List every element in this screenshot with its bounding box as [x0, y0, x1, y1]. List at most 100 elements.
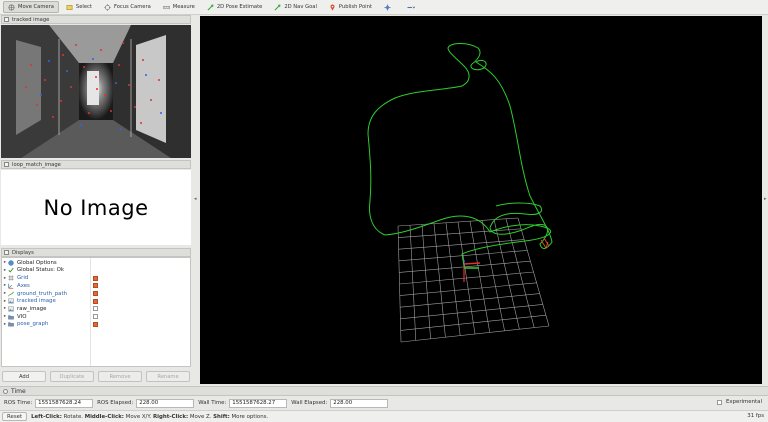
experimental-checkbox[interactable]	[717, 399, 722, 405]
folder-icon	[8, 321, 17, 327]
ros-elapsed-label: ROS Elapsed:	[97, 400, 134, 406]
tool-move-camera-button[interactable]: Move Camera	[3, 1, 59, 13]
grid-icon	[8, 275, 17, 281]
tool-label: Select	[75, 4, 92, 10]
wall-elapsed-field[interactable]: 228.00	[330, 398, 389, 408]
display-item-label: ground_truth_path	[17, 290, 67, 297]
publish-point-icon	[329, 3, 339, 11]
hint-fragment: Right-Click:	[153, 413, 189, 420]
corridor-camera-image	[1, 25, 191, 158]
display-enabled-checkbox[interactable]	[93, 298, 98, 304]
display-item-grid[interactable]: ▸ Grid	[2, 274, 190, 282]
display-item-label: pose_graph	[17, 321, 49, 328]
render-3d-viewport[interactable]	[200, 16, 762, 384]
time-panel-header[interactable]: Time	[0, 386, 768, 396]
folder-icon	[8, 314, 17, 320]
panel-close-icon[interactable]	[4, 250, 9, 255]
panel-close-icon[interactable]	[4, 17, 9, 22]
time-panel-title: Time	[11, 387, 26, 395]
wall-elapsed-label: Wall Elapsed:	[291, 400, 328, 406]
display-item-label: Global Options	[17, 259, 57, 266]
display-item-label: Global Status: Ok	[17, 267, 64, 274]
display-item-pose-graph[interactable]: ▸ pose_graph	[2, 321, 190, 329]
tool-measure-button[interactable]: Measure	[158, 1, 200, 13]
wall-time-field[interactable]: 1551587628.27	[229, 398, 288, 408]
nav-goal-icon	[274, 4, 284, 11]
display-item-label: VIO	[17, 313, 27, 320]
path-icon	[8, 291, 17, 297]
tracked-image-panel-header[interactable]: tracked image	[1, 15, 191, 24]
vio-trajectory-path	[367, 43, 553, 267]
experimental-toggle[interactable]: Experimental	[717, 399, 762, 405]
displays-tree: ▸ Global Options ▸ Global Status: Ok ▸ Grid ▸ A…	[1, 257, 191, 367]
pose-estimate-icon	[207, 4, 217, 11]
hint-fragment: Move X/Y.	[123, 413, 153, 420]
move-camera-icon	[8, 4, 18, 11]
display-item-label: Grid	[17, 275, 29, 282]
display-item-axes[interactable]: ▸ Axes	[2, 282, 190, 290]
select-icon	[66, 4, 76, 11]
add-display-button[interactable]: Add	[2, 371, 46, 382]
tracked-image-title: tracked image	[12, 16, 50, 23]
display-item-vio[interactable]: ▸ VIO	[2, 313, 190, 321]
displays-panel-header[interactable]: Displays	[1, 248, 191, 257]
display-item-ground-truth-path[interactable]: ▸ ground_truth_path	[2, 290, 190, 298]
remove-display-button[interactable]: Remove	[98, 371, 142, 382]
hint-fragment: Middle-Click:	[84, 413, 124, 420]
ros-time-field[interactable]: 1551587628.24	[35, 398, 94, 408]
interact-tool-button[interactable]	[379, 1, 399, 13]
crosshair-icon	[384, 3, 391, 11]
reset-button[interactable]: Reset	[2, 412, 28, 421]
measure-icon	[162, 4, 173, 11]
scene-svg	[367, 43, 553, 343]
display-item-tracked-image[interactable]: ▸ tracked image	[2, 298, 190, 306]
hint-fragment: Rotate.	[61, 413, 85, 420]
hint-fragment: Move Z.	[188, 413, 214, 420]
collapse-left-icon[interactable]: ◂	[194, 196, 197, 202]
ros-time-label: ROS Time:	[4, 400, 33, 406]
add-tool-dropdown[interactable]	[401, 1, 424, 13]
tool-focus-camera-button[interactable]: Focus Camera	[99, 1, 156, 13]
loop-match-panel-header[interactable]: loop_match_image	[1, 160, 191, 169]
display-item-label: Axes	[17, 282, 30, 289]
display-enabled-checkbox[interactable]	[93, 275, 98, 281]
globe-icon	[8, 260, 17, 266]
tool-label: Focus Camera	[113, 4, 151, 10]
tool-label: 2D Nav Goal	[284, 4, 317, 10]
ground-grid	[397, 217, 550, 343]
loop-match-image-view: No Image	[1, 170, 191, 245]
checkmark-icon	[8, 267, 17, 274]
mouse-hint-text: Left-Click: Rotate. Middle-Click: Move X…	[31, 414, 268, 420]
panel-close-icon[interactable]	[4, 162, 9, 167]
main-toolbar: Move Camera Select Focus Camera Measure 2D P…	[0, 0, 768, 15]
collapse-right-icon[interactable]: ▸	[764, 196, 767, 202]
axes-icon	[8, 283, 17, 289]
duplicate-display-button[interactable]: Duplicate	[50, 371, 94, 382]
display-enabled-checkbox[interactable]	[93, 314, 98, 320]
image-icon	[8, 306, 17, 312]
experimental-label: Experimental	[726, 399, 762, 405]
display-item-label: tracked image	[17, 298, 56, 305]
ros-elapsed-field[interactable]: 228.00	[136, 398, 195, 408]
status-bar: Reset Left-Click: Rotate. Middle-Click: …	[0, 410, 768, 422]
display-item-global-options[interactable]: ▸ Global Options	[2, 259, 190, 267]
tool-select-button[interactable]: Select	[61, 1, 97, 13]
display-enabled-checkbox[interactable]	[93, 306, 98, 312]
display-item-raw-image[interactable]: ▸ raw_image	[2, 305, 190, 313]
display-enabled-checkbox[interactable]	[93, 321, 98, 327]
tool-label: Move Camera	[18, 4, 54, 10]
display-item-label: raw_image	[17, 305, 47, 312]
displays-title: Displays	[12, 249, 34, 256]
display-item-global-status-ok[interactable]: ▸ Global Status: Ok	[2, 267, 190, 275]
display-enabled-checkbox[interactable]	[93, 283, 98, 289]
tool-label: 2D Pose Estimate	[216, 4, 263, 10]
tracked-image-view	[1, 25, 191, 158]
display-enabled-checkbox[interactable]	[93, 291, 98, 297]
time-fields-row: ROS Time: 1551587628.24 ROS Elapsed: 228…	[0, 397, 768, 409]
tool-2d-pose-estimate-button[interactable]: 2D Pose Estimate	[202, 1, 268, 13]
rename-display-button[interactable]: Rename	[146, 371, 190, 382]
tool-2d-nav-goal-button[interactable]: 2D Nav Goal	[269, 1, 322, 13]
image-icon	[8, 298, 17, 304]
tool-publish-point-button[interactable]: Publish Point	[324, 1, 377, 13]
add-tool-icon	[407, 5, 416, 9]
